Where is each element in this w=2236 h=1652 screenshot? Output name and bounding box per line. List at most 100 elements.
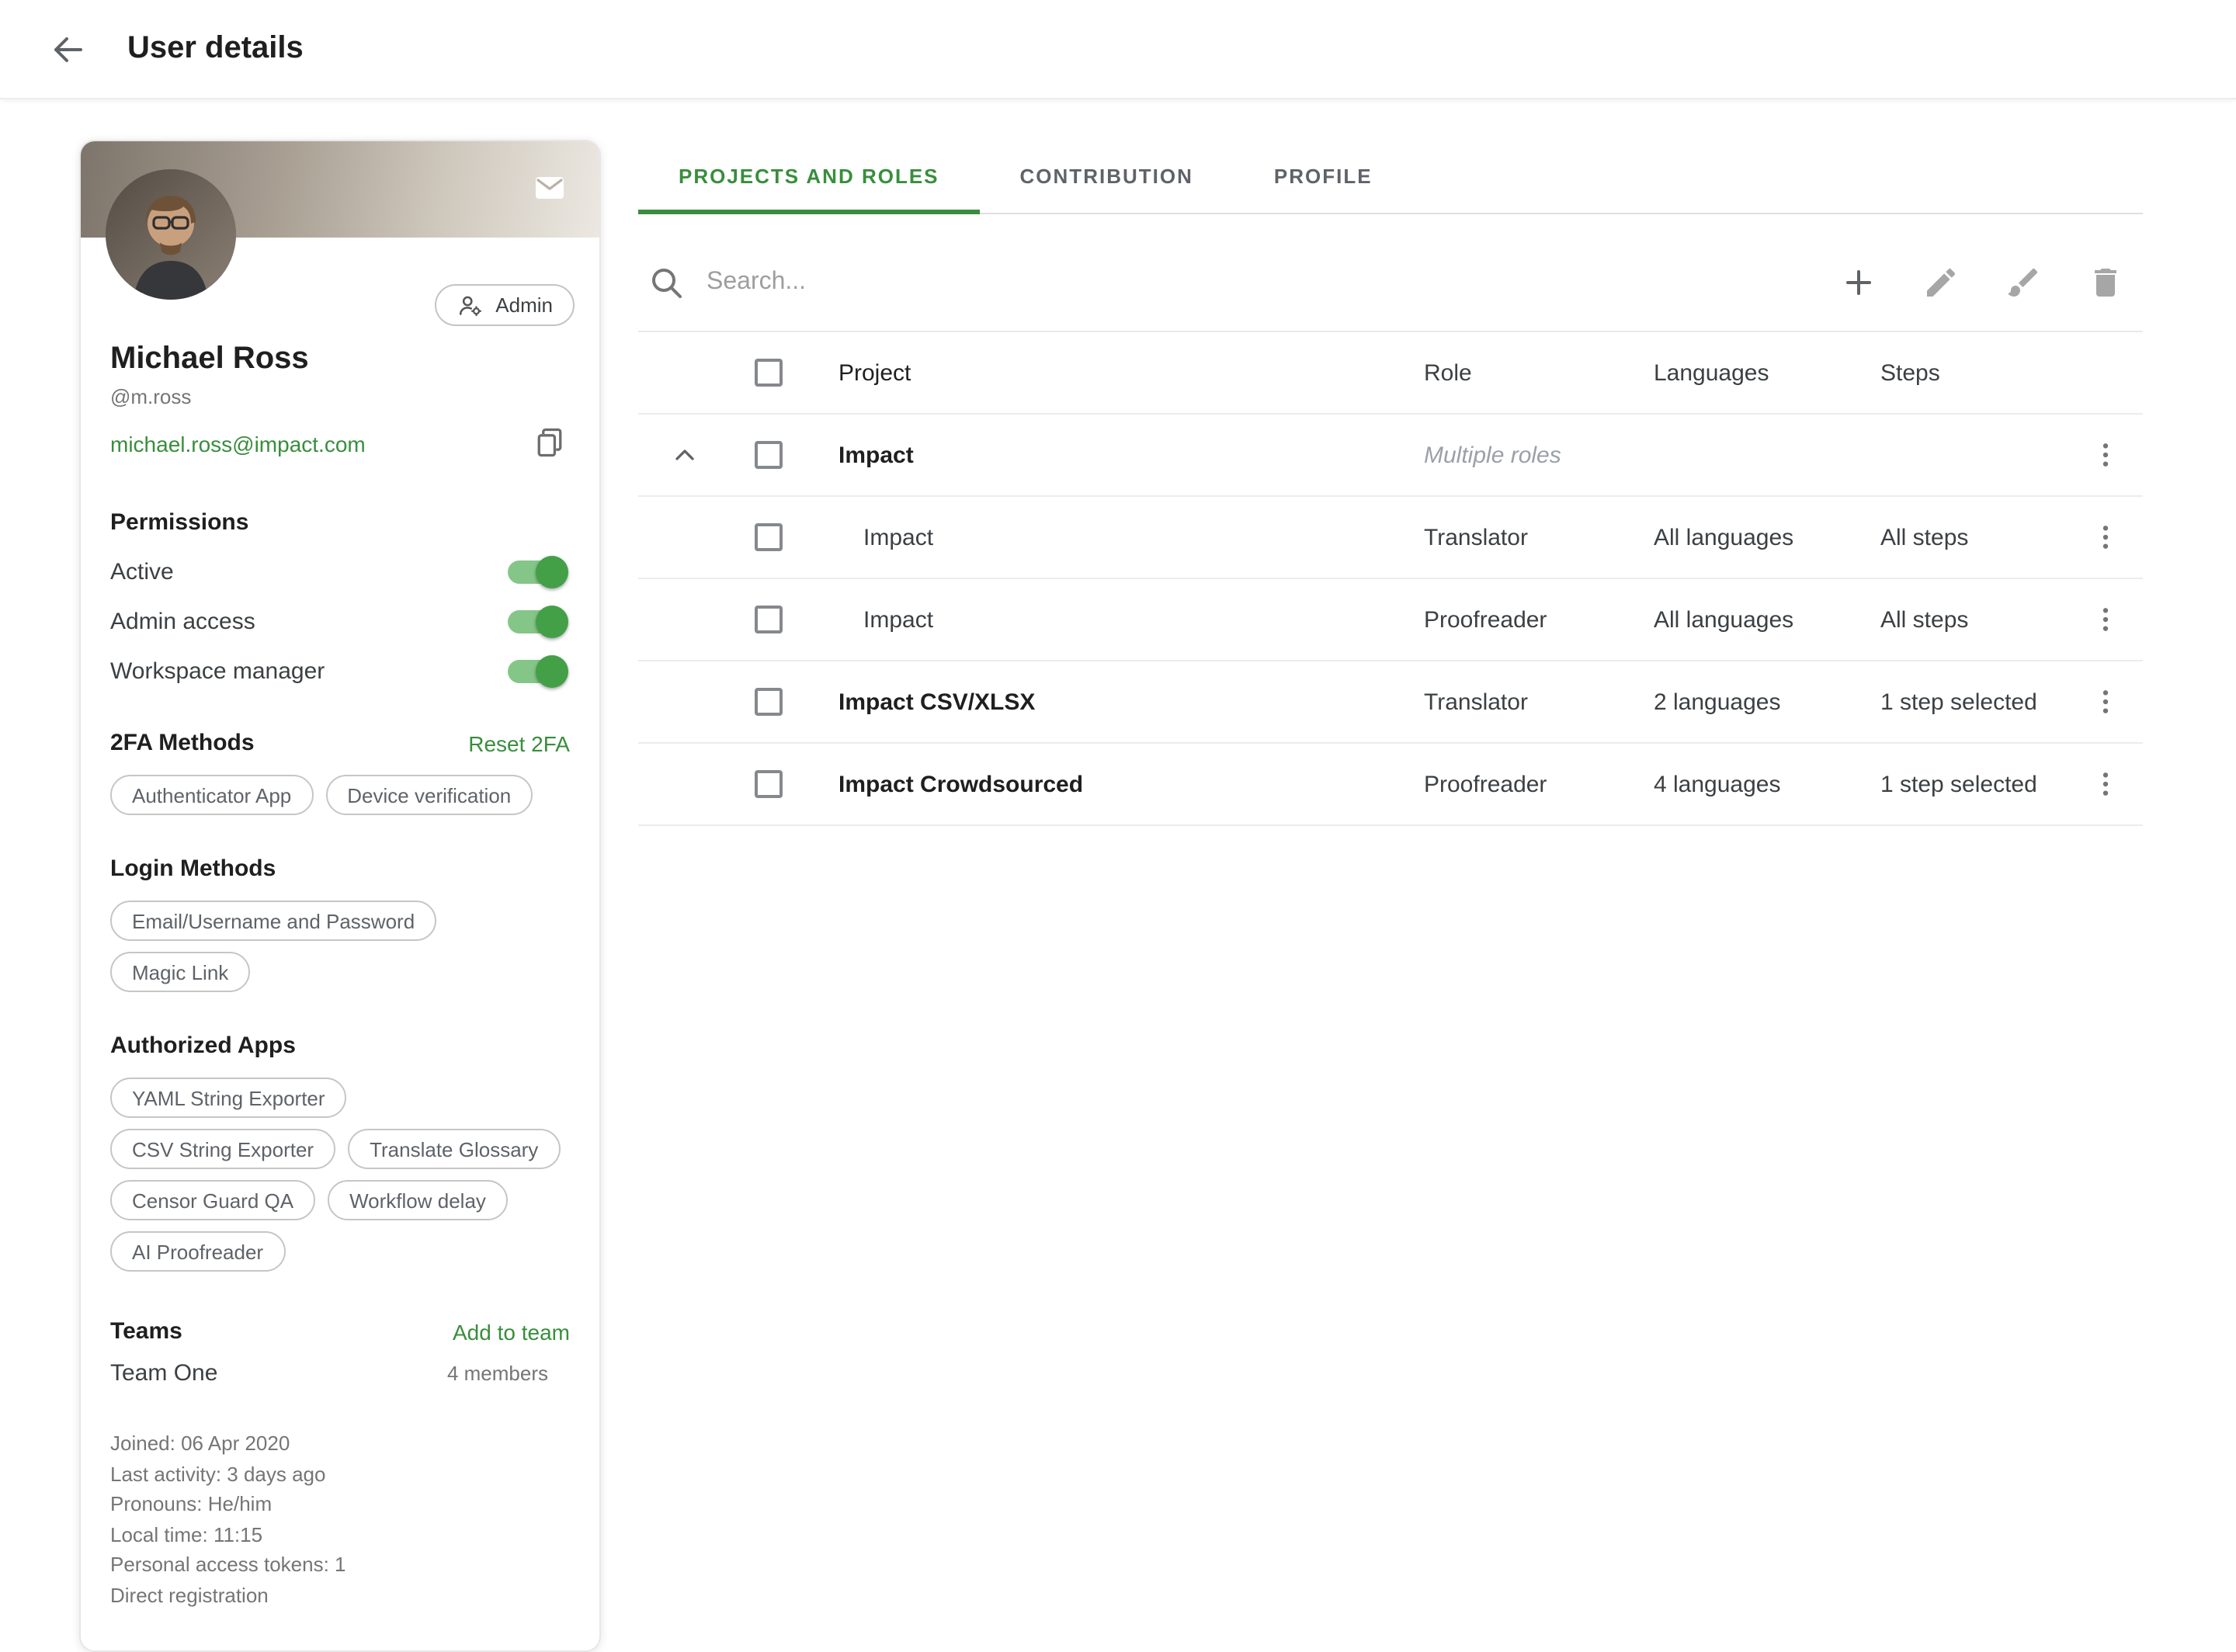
login-method-chip: Magic Link bbox=[110, 952, 250, 992]
profile-card-body: Michael Ross @m.ross michael.ross@impact… bbox=[81, 326, 599, 1610]
row-checkbox[interactable] bbox=[755, 688, 783, 716]
languages-value: All languages bbox=[1644, 606, 1871, 633]
team-member-count: 4 members bbox=[447, 1362, 548, 1385]
project-name: Impact bbox=[806, 524, 1415, 550]
toggle-knob bbox=[536, 606, 568, 638]
reset-2fa-link[interactable]: Reset 2FA bbox=[468, 731, 570, 755]
kebab-menu-icon bbox=[2090, 522, 2121, 553]
avatar bbox=[106, 169, 236, 300]
steps-value: 1 step selected bbox=[1871, 689, 2068, 715]
languages-value: 4 languages bbox=[1644, 771, 1871, 797]
login-method-chips: Email/Username and Password Magic Link bbox=[110, 901, 570, 992]
row-checkbox[interactable] bbox=[755, 523, 783, 551]
delete-button[interactable] bbox=[2087, 263, 2124, 300]
team-row: Team One 4 members bbox=[110, 1360, 570, 1386]
admin-access-toggle[interactable] bbox=[508, 610, 564, 633]
row-checkbox[interactable] bbox=[755, 606, 783, 633]
permissions-title: Permissions bbox=[110, 509, 570, 536]
steps-value: All steps bbox=[1871, 524, 2068, 550]
twofa-section-header: 2FA Methods Reset 2FA bbox=[110, 730, 570, 756]
app-chip: Censor Guard QA bbox=[110, 1180, 315, 1220]
brush-button[interactable] bbox=[2005, 263, 2042, 300]
app-chip: Workflow delay bbox=[328, 1180, 508, 1220]
app-chip: YAML String Exporter bbox=[110, 1078, 347, 1118]
meta-access-tokens: Personal access tokens: 1 bbox=[110, 1550, 570, 1580]
manage-account-icon bbox=[457, 291, 484, 319]
email-row: michael.ross@impact.com bbox=[110, 425, 570, 463]
search-icon bbox=[648, 263, 685, 300]
toggle-label-admin-access: Admin access bbox=[110, 609, 255, 635]
send-email-button[interactable] bbox=[531, 169, 568, 206]
edit-button[interactable] bbox=[1922, 263, 1960, 300]
project-name: Impact bbox=[806, 606, 1415, 633]
row-menu-button[interactable] bbox=[2082, 596, 2129, 643]
row-menu-button[interactable] bbox=[2082, 432, 2129, 478]
user-handle: @m.ross bbox=[110, 385, 570, 408]
expander-cell bbox=[638, 433, 731, 477]
column-header-project: Project bbox=[806, 359, 1415, 386]
row-checkbox-cell bbox=[731, 606, 806, 633]
row-menu-cell bbox=[2068, 596, 2143, 643]
mail-icon bbox=[531, 169, 568, 206]
kebab-menu-icon bbox=[2090, 686, 2121, 717]
authorized-app-chips: YAML String Exporter CSV String Exporter… bbox=[110, 1078, 570, 1272]
role-value: Proofreader bbox=[1415, 771, 1644, 797]
row-menu-button[interactable] bbox=[2082, 514, 2129, 560]
project-name: Impact CSV/XLSX bbox=[806, 689, 1415, 715]
search-input[interactable] bbox=[707, 268, 1840, 296]
toggle-knob bbox=[536, 655, 568, 688]
meta-local-time: Local time: 11:15 bbox=[110, 1519, 570, 1550]
languages-value: All languages bbox=[1644, 524, 1871, 550]
active-toggle[interactable] bbox=[508, 560, 564, 584]
select-all-cell bbox=[731, 359, 806, 387]
twofa-method-chip: Authenticator App bbox=[110, 775, 313, 815]
twofa-method-chip: Device verification bbox=[325, 775, 533, 815]
table-row-impact-translator: Impact Translator All languages All step… bbox=[638, 497, 2143, 579]
app-chip: CSV String Exporter bbox=[110, 1129, 335, 1169]
column-header-languages: Languages bbox=[1644, 359, 1871, 386]
role-value: Proofreader bbox=[1415, 606, 1644, 633]
row-menu-cell bbox=[2068, 678, 2143, 725]
collapse-group-button[interactable] bbox=[663, 433, 707, 477]
row-menu-button[interactable] bbox=[2082, 761, 2129, 807]
toggle-knob bbox=[536, 556, 568, 588]
avatar-photo bbox=[106, 169, 236, 300]
row-checkbox[interactable] bbox=[755, 441, 783, 469]
user-details-page: User details bbox=[0, 0, 2236, 1498]
table-row-group-impact: Impact Multiple roles bbox=[638, 415, 2143, 497]
tab-contribution[interactable]: CONTRIBUTION bbox=[980, 140, 1234, 214]
select-all-checkbox[interactable] bbox=[755, 359, 783, 387]
toggle-row-active: Active bbox=[110, 559, 570, 585]
row-checkbox-cell bbox=[731, 441, 806, 469]
add-to-team-link[interactable]: Add to team bbox=[453, 1319, 570, 1344]
search-box bbox=[648, 263, 1840, 300]
back-button[interactable] bbox=[43, 24, 93, 74]
toolbar-actions bbox=[1840, 263, 2124, 300]
tab-projects-and-roles[interactable]: PROJECTS AND ROLES bbox=[638, 140, 980, 214]
app-chip: Translate Glossary bbox=[348, 1129, 560, 1169]
arrow-left-icon bbox=[50, 30, 87, 68]
row-checkbox-cell bbox=[731, 523, 806, 551]
top-bar: User details bbox=[0, 0, 2236, 99]
workspace-manager-toggle[interactable] bbox=[508, 660, 564, 683]
admin-badge-label: Admin bbox=[495, 293, 553, 317]
toggle-label-workspace-manager: Workspace manager bbox=[110, 658, 325, 685]
login-method-chip: Email/Username and Password bbox=[110, 901, 436, 941]
role-value: Translator bbox=[1415, 689, 1644, 715]
row-menu-button[interactable] bbox=[2082, 678, 2129, 725]
copy-email-button[interactable] bbox=[533, 425, 570, 463]
kebab-menu-icon bbox=[2090, 439, 2121, 470]
project-name: Impact bbox=[806, 442, 1415, 468]
tab-profile[interactable]: PROFILE bbox=[1234, 140, 1413, 214]
table-row-impact-proofreader: Impact Proofreader All languages All ste… bbox=[638, 579, 2143, 661]
user-email-link[interactable]: michael.ross@impact.com bbox=[110, 432, 366, 456]
admin-badge: Admin bbox=[435, 284, 575, 326]
meta-registration: Direct registration bbox=[110, 1580, 570, 1610]
table-header-row: Project Role Languages Steps bbox=[638, 332, 2143, 415]
main-panel: PROJECTS AND ROLES CONTRIBUTION PROFILE bbox=[638, 140, 2143, 826]
toggle-row-workspace-manager: Workspace manager bbox=[110, 658, 570, 685]
row-checkbox[interactable] bbox=[755, 770, 783, 798]
add-button[interactable] bbox=[1840, 263, 1877, 300]
steps-value: All steps bbox=[1871, 606, 2068, 633]
twofa-chips: Authenticator App Device verification bbox=[110, 775, 570, 815]
